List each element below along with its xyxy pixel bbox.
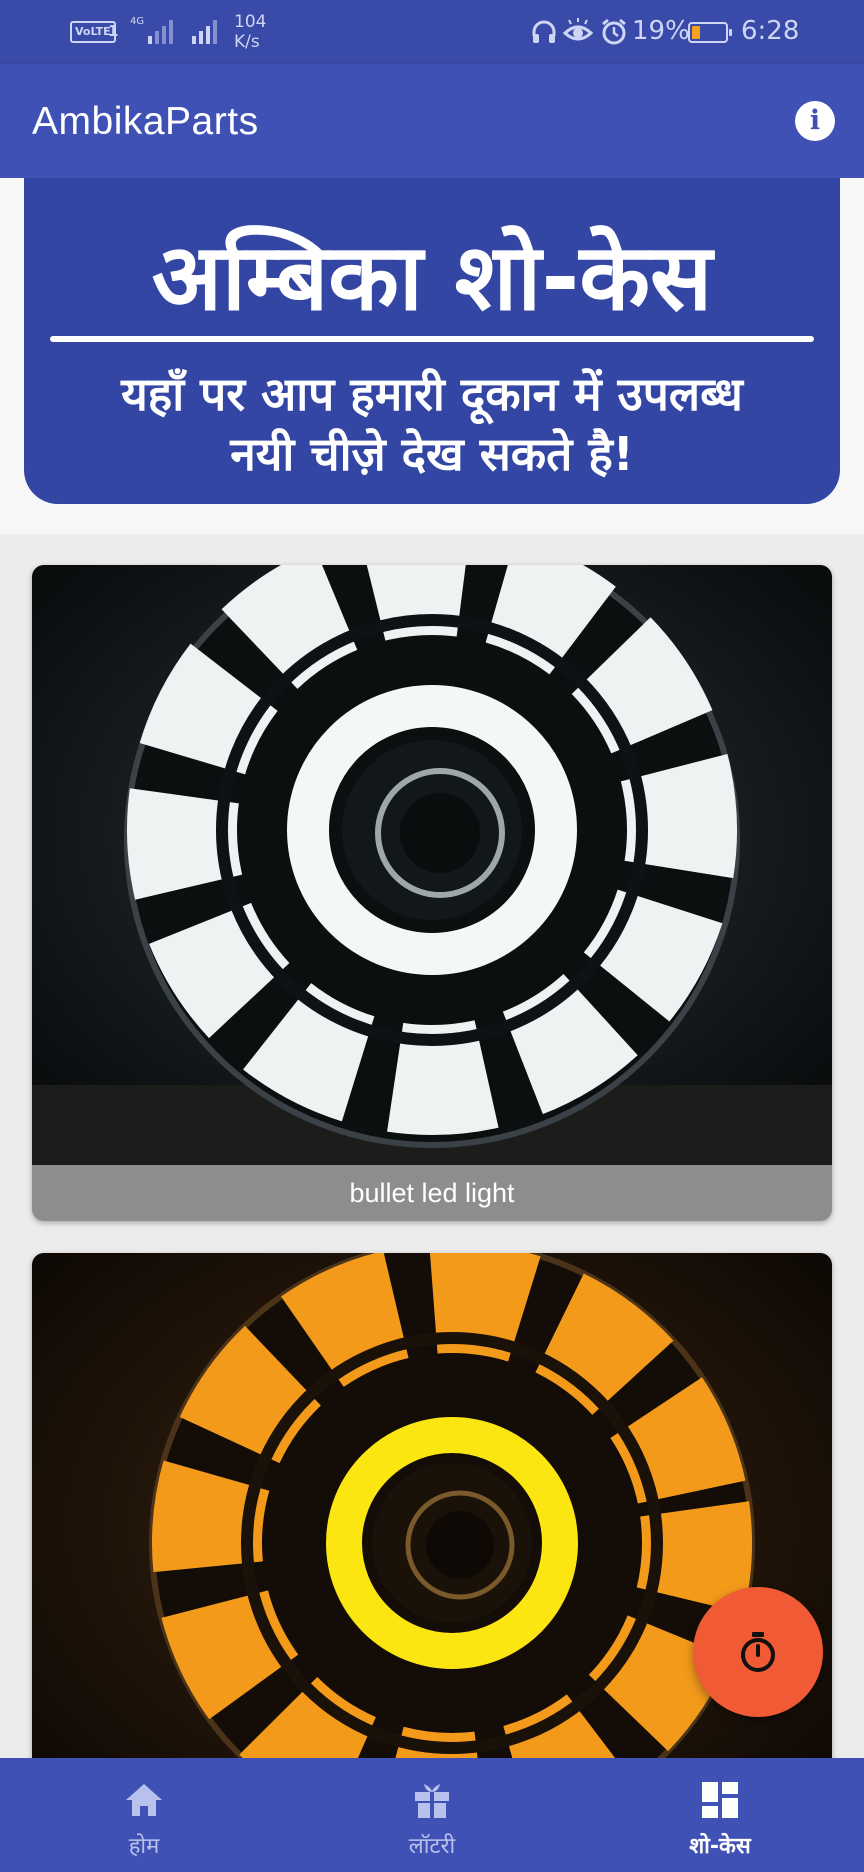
nav-label-showcase: शो-केस <box>689 1834 751 1859</box>
showcase-scroll-area[interactable]: अम्बिका शो-केस यहाँ पर आप हमारी दूकान मे… <box>0 178 864 1758</box>
dashboard-icon <box>702 1782 738 1818</box>
info-icon: i <box>809 105 821 136</box>
network-type: 4G <box>130 16 145 27</box>
banner-title: अम्बिका शो-केस <box>151 224 713 331</box>
network-speed: 104 K/s <box>234 12 266 52</box>
headphones-icon <box>532 20 556 43</box>
signal-strength-icon <box>148 18 173 44</box>
product-caption: bullet led light <box>349 1178 515 1208</box>
info-button[interactable]: i <box>795 101 835 141</box>
banner-divider <box>50 336 814 342</box>
app-bar: AmbikaParts <box>0 64 864 178</box>
status-bar: VoLTE 1 4G 104 K/s 19% 6:28 <box>0 0 864 64</box>
network-speed-value: 104 <box>234 12 267 32</box>
screen: VoLTE 1 4G 104 K/s 19% 6:28 AmbikaParts … <box>0 0 864 1872</box>
banner-subtitle-line1: यहाँ पर आप हमारी दूकान में उपलब्ध <box>121 367 743 421</box>
battery-icon <box>688 22 732 43</box>
showcase-banner: अम्बिका शो-केस यहाँ पर आप हमारी दूकान मे… <box>24 178 840 504</box>
nav-label-home: होम <box>128 1834 160 1859</box>
timer-icon <box>741 1632 775 1672</box>
alarm-icon <box>602 18 626 45</box>
banner-subtitle-line2: नयी चीज़े देख सकते है! <box>230 427 634 481</box>
bottom-navigation: होम लॉटरी शो-केस <box>0 1758 864 1872</box>
nav-item-home[interactable]: होम <box>0 1758 288 1872</box>
battery-percent: 19% <box>632 16 690 46</box>
network-speed-unit: K/s <box>234 32 260 52</box>
product-photo <box>32 565 832 1165</box>
eye-comfort-icon <box>563 18 593 41</box>
battery-level <box>692 26 700 39</box>
banner-container: अम्बिका शो-केस यहाँ पर आप हमारी दूकान मे… <box>0 178 864 534</box>
nav-item-lottery[interactable]: लॉटरी <box>288 1758 576 1872</box>
showcase-card[interactable]: bullet led light <box>32 565 832 1221</box>
timer-fab-button[interactable] <box>693 1587 823 1717</box>
nav-label-lottery: लॉटरी <box>408 1834 456 1859</box>
home-icon <box>126 1784 162 1816</box>
clock: 6:28 <box>741 16 800 46</box>
banner-subtitle: यहाँ पर आप हमारी दूकान में उपलब्ध नयी ची… <box>24 364 840 484</box>
gift-icon <box>415 1784 449 1818</box>
signal-strength-icon-2 <box>192 18 217 44</box>
sim-indicator: 1 <box>108 22 119 40</box>
app-title: AmbikaParts <box>32 100 259 143</box>
nav-item-showcase[interactable]: शो-केस <box>576 1758 864 1872</box>
